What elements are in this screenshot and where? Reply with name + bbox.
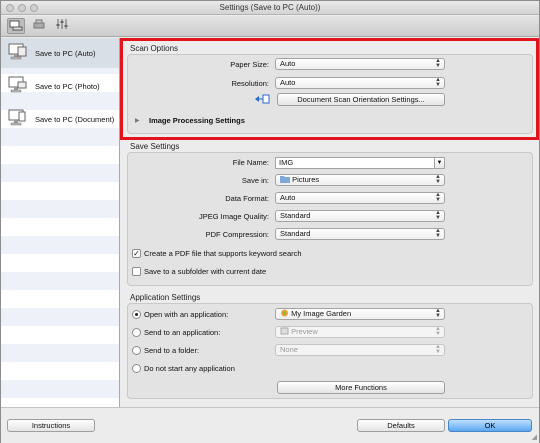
footer-bar: Instructions Defaults OK ◢ xyxy=(1,407,539,443)
defaults-button[interactable]: Defaults xyxy=(357,419,445,432)
save-in-select[interactable]: Pictures ▲ ▼ xyxy=(275,174,445,186)
application-settings-title: Application Settings xyxy=(130,293,201,302)
send-to-application-radio[interactable] xyxy=(132,328,141,337)
send-to-application-label: Send to an application: xyxy=(144,328,221,337)
updown-arrows-icon: ▲ ▼ xyxy=(435,308,441,319)
updown-arrows-icon: ▲ ▼ xyxy=(435,174,441,185)
save-settings-title: Save Settings xyxy=(130,142,180,151)
updown-arrows-icon: ▲ ▼ xyxy=(435,228,441,239)
settings-window: Settings (Save to PC (Auto)) Save to PC … xyxy=(0,0,540,443)
toolbar xyxy=(1,16,539,37)
open-with-application-select[interactable]: My Image Garden ▲ ▼ xyxy=(275,308,445,320)
instructions-button[interactable]: Instructions xyxy=(7,419,95,432)
chevron-down-icon[interactable]: ▼ xyxy=(434,157,445,169)
do-not-start-application-label: Do not start any application xyxy=(144,364,235,373)
updown-arrows-icon: ▲ ▼ xyxy=(435,192,441,203)
jpeg-quality-label: JPEG Image Quality: xyxy=(198,212,269,221)
disclosure-triangle-icon[interactable]: ▶ xyxy=(135,117,140,124)
title-bar: Settings (Save to PC (Auto)) xyxy=(1,1,539,15)
scan-from-panel-icon[interactable] xyxy=(30,18,48,34)
open-with-application-radio[interactable] xyxy=(132,310,141,319)
sidebar: Save to PC (Auto) Save to PC (Photo) Sav… xyxy=(1,38,120,407)
paper-size-label: Paper Size: xyxy=(230,60,269,69)
data-format-select[interactable]: Auto ▲ ▼ xyxy=(275,192,445,204)
resolution-label: Resolution: xyxy=(231,79,269,88)
sidebar-item-label: Save to PC (Auto) xyxy=(35,49,96,58)
subfolder-label: Save to a subfolder with current date xyxy=(144,267,267,276)
sidebar-item-save-to-pc-photo[interactable]: Save to PC (Photo) xyxy=(1,71,119,101)
keyword-pdf-label: Create a PDF file that supports keyword … xyxy=(144,249,302,258)
ok-button[interactable]: OK xyxy=(448,419,532,432)
my-image-garden-icon xyxy=(281,309,288,317)
send-to-folder-select[interactable]: None ▲ ▼ xyxy=(275,344,445,356)
orientation-icon xyxy=(255,94,270,104)
image-processing-settings-toggle[interactable]: Image Processing Settings xyxy=(149,116,245,125)
file-name-field[interactable]: IMG ▼ xyxy=(275,157,445,169)
save-settings-group: File Name: IMG ▼ Save in: Pictures ▲ ▼ Da… xyxy=(127,152,533,286)
general-settings-icon[interactable] xyxy=(53,18,71,34)
scan-options-group: Paper Size: Auto ▲ ▼ Resolution: Auto ▲ ▼ … xyxy=(127,54,533,134)
updown-arrows-icon: ▲ ▼ xyxy=(435,210,441,221)
updown-arrows-icon: ▲ ▼ xyxy=(435,326,441,337)
open-with-application-label: Open with an application: xyxy=(144,310,229,319)
preview-app-icon xyxy=(280,327,289,335)
pdf-compression-select[interactable]: Standard ▲ ▼ xyxy=(275,228,445,240)
application-settings-group: Open with an application: My Image Garde… xyxy=(127,303,533,399)
updown-arrows-icon: ▲ ▼ xyxy=(435,344,441,355)
sidebar-item-label: Save to PC (Photo) xyxy=(35,82,100,91)
keyword-pdf-checkbox[interactable]: ✓ xyxy=(132,249,141,258)
send-to-folder-label: Send to a folder: xyxy=(144,346,200,355)
save-to-pc-auto-icon xyxy=(8,43,27,60)
save-in-label: Save in: xyxy=(241,176,269,185)
file-name-label: File Name: xyxy=(232,158,269,167)
scan-options-title: Scan Options xyxy=(130,44,179,53)
resolution-select[interactable]: Auto ▲ ▼ xyxy=(275,77,445,89)
save-to-pc-document-icon xyxy=(8,109,26,126)
more-functions-button[interactable]: More Functions xyxy=(277,381,445,394)
sidebar-item-save-to-pc-document[interactable]: Save to PC (Document) xyxy=(1,104,119,134)
paper-size-select[interactable]: Auto ▲ ▼ xyxy=(275,58,445,70)
updown-arrows-icon: ▲ ▼ xyxy=(435,77,441,88)
window-title: Settings (Save to PC (Auto)) xyxy=(219,3,321,12)
do-not-start-application-radio[interactable] xyxy=(132,364,141,373)
sidebar-item-save-to-pc-auto[interactable]: Save to PC (Auto) xyxy=(1,38,119,68)
subfolder-checkbox[interactable] xyxy=(132,267,141,276)
jpeg-quality-select[interactable]: Standard ▲ ▼ xyxy=(275,210,445,222)
updown-arrows-icon: ▲ ▼ xyxy=(435,58,441,69)
pdf-compression-label: PDF Compression: xyxy=(205,230,269,239)
resize-grip-icon[interactable]: ◢ xyxy=(532,433,537,441)
send-to-application-select[interactable]: Preview ▲ ▼ xyxy=(275,326,445,338)
document-scan-orientation-settings-button[interactable]: Document Scan Orientation Settings... xyxy=(277,93,445,106)
sidebar-item-label: Save to PC (Document) xyxy=(35,115,115,124)
send-to-folder-radio[interactable] xyxy=(132,346,141,355)
settings-content: Scan Options Paper Size: Auto ▲ ▼ Resolut… xyxy=(121,38,539,407)
data-format-label: Data Format: xyxy=(225,194,269,203)
folder-icon xyxy=(280,176,290,183)
scan-from-computer-icon[interactable] xyxy=(7,18,25,34)
save-to-pc-photo-icon xyxy=(8,76,27,93)
